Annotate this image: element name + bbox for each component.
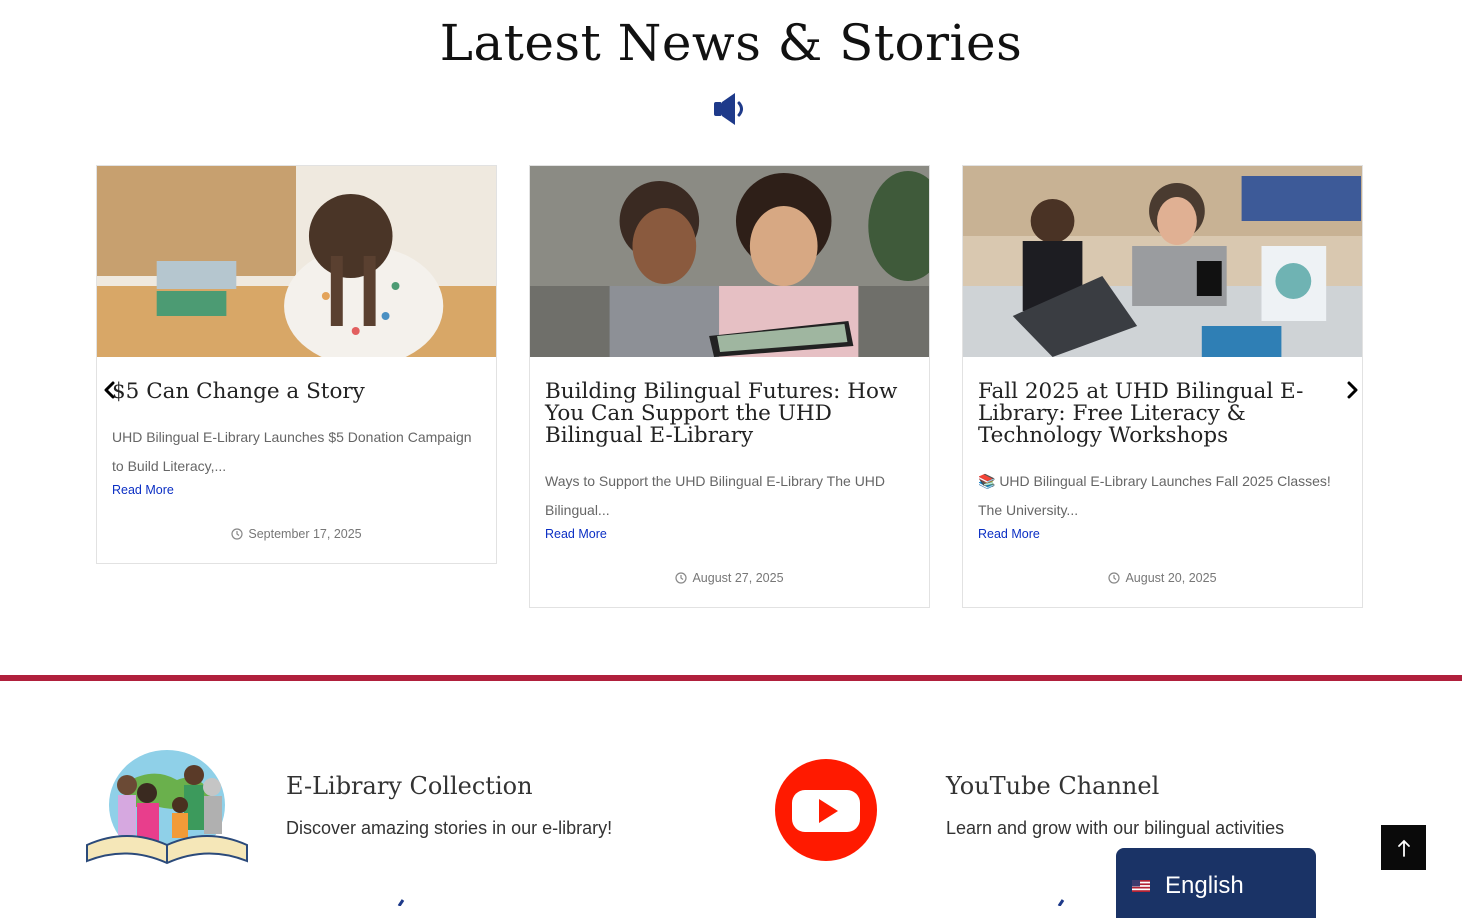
story-date-text: August 27, 2025	[692, 571, 784, 585]
read-more-link[interactable]: Read More	[545, 527, 607, 541]
news-card[interactable]: Fall 2025 at UHD Bilingual E-Library: Fr…	[962, 165, 1363, 608]
arrow-up-icon	[1397, 839, 1410, 857]
feature-description-elibrary: Discover amazing stories in our e-librar…	[286, 818, 613, 838]
story-thumbnail-image[interactable]	[963, 166, 1362, 357]
story-excerpt: 📚 UHD Bilingual E-Library Launches Fall …	[978, 473, 1331, 518]
back-to-top-button[interactable]	[1381, 825, 1426, 870]
feature-title-youtube[interactable]: YouTube Channel	[946, 772, 1159, 800]
news-card[interactable]: $5 Can Change a Story UHD Bilingual E-Li…	[96, 165, 497, 564]
story-thumbnail-image[interactable]	[97, 166, 496, 357]
language-label[interactable]: English	[1165, 872, 1244, 900]
carousel-prev-arrow[interactable]	[98, 378, 122, 402]
news-card[interactable]: Building Bilingual Futures: How You Can …	[529, 165, 930, 608]
read-more-link[interactable]: Read More	[112, 483, 174, 497]
read-more-link[interactable]: Read More	[978, 527, 1040, 541]
partial-icon	[397, 899, 405, 906]
language-switcher[interactable]: English	[1116, 848, 1316, 918]
section-divider	[0, 675, 1462, 681]
feature-description-youtube: Learn and grow with our bilingual activi…	[946, 818, 1285, 838]
story-date: August 20, 2025	[978, 571, 1347, 585]
section-title: Latest News & Stories	[439, 14, 1023, 72]
story-title[interactable]: Fall 2025 at UHD Bilingual E-Library: Fr…	[978, 381, 1347, 447]
youtube-icon[interactable]	[774, 758, 878, 862]
story-excerpt: Ways to Support the UHD Bilingual E-Libr…	[545, 473, 886, 518]
story-date: August 27, 2025	[545, 571, 914, 585]
story-thumbnail-image[interactable]	[530, 166, 929, 357]
megaphone-icon	[714, 93, 743, 125]
family-reading-book-illustration[interactable]	[82, 745, 252, 867]
us-flag-icon	[1132, 880, 1150, 892]
clock-icon	[675, 572, 688, 584]
clock-icon	[231, 528, 243, 540]
story-date-text: August 20, 2025	[1125, 571, 1217, 585]
story-title[interactable]: $5 Can Change a Story	[112, 381, 481, 403]
story-title[interactable]: Building Bilingual Futures: How You Can …	[545, 381, 914, 447]
clock-icon	[1108, 572, 1121, 584]
story-excerpt: UHD Bilingual E-Library Launches $5 Dona…	[112, 429, 472, 474]
partial-icon	[1057, 899, 1065, 906]
feature-title-elibrary[interactable]: E-Library Collection	[286, 772, 533, 800]
story-date: September 17, 2025	[112, 527, 481, 541]
story-date-text: September 17, 2025	[248, 527, 362, 541]
carousel-next-arrow[interactable]	[1340, 378, 1364, 402]
